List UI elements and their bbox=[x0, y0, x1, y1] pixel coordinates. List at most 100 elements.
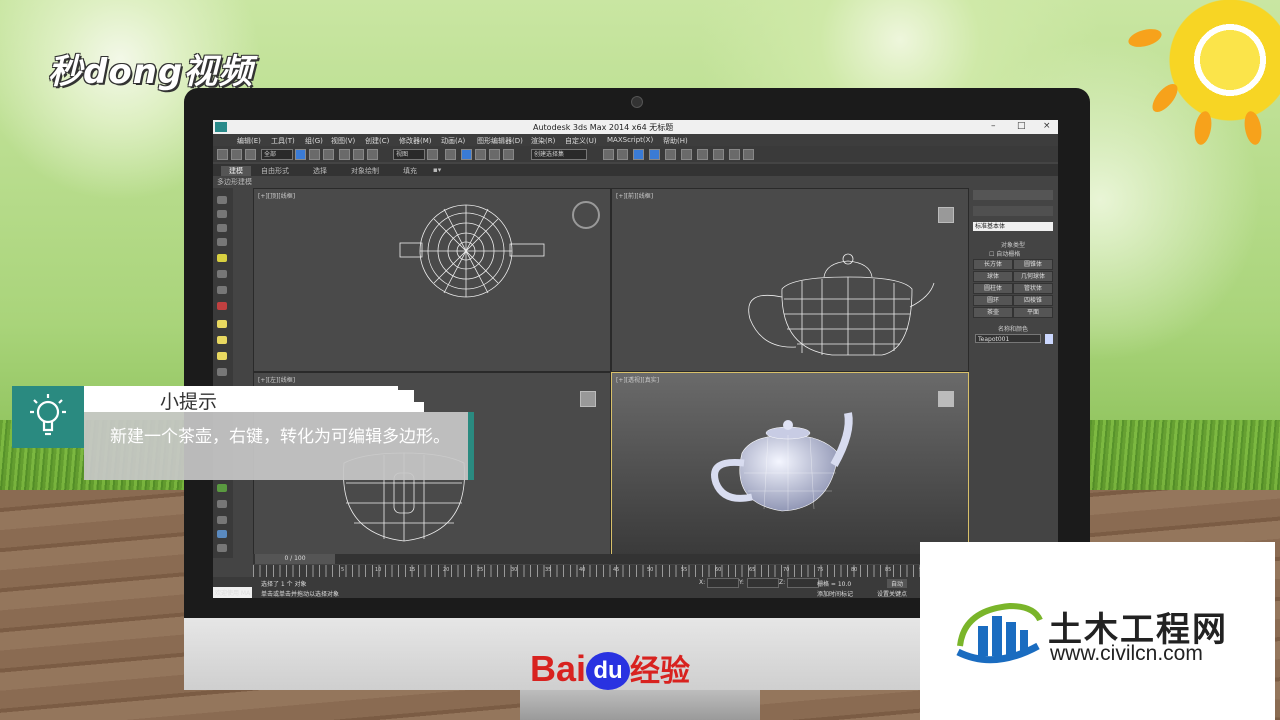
tool-icon[interactable] bbox=[217, 196, 227, 204]
menu-modifiers[interactable]: 修改器(M) bbox=[399, 136, 432, 146]
box-button[interactable]: 长方体 bbox=[973, 259, 1013, 270]
curve-editor-icon[interactable] bbox=[665, 149, 676, 160]
tool-icon[interactable] bbox=[217, 368, 227, 376]
menu-rendering[interactable]: 渲染(R) bbox=[531, 136, 555, 146]
tool-icon[interactable] bbox=[217, 500, 227, 508]
tool-icon[interactable] bbox=[217, 544, 227, 552]
track-bar[interactable]: 5 10 15 20 25 30 35 40 45 50 55 60 65 70… bbox=[253, 565, 969, 577]
rect-region-icon[interactable] bbox=[323, 149, 334, 160]
menu-tools[interactable]: 工具(T) bbox=[271, 136, 295, 146]
reference-coord-select[interactable]: 视图 bbox=[393, 149, 425, 160]
layer-manager-icon[interactable] bbox=[649, 149, 660, 160]
schematic-view-icon[interactable] bbox=[681, 149, 692, 160]
tab-modeling[interactable]: 建模 bbox=[221, 166, 251, 176]
snap-icon[interactable] bbox=[475, 149, 486, 160]
tool-icon[interactable] bbox=[217, 224, 227, 232]
cone-button[interactable]: 圆锥体 bbox=[1013, 259, 1053, 270]
add-time-tag[interactable]: 添加时间标记 bbox=[817, 589, 853, 598]
viewport-perspective[interactable]: [+][透视][真实] bbox=[611, 372, 969, 556]
y-coord-input[interactable] bbox=[747, 578, 779, 588]
link-icon[interactable] bbox=[245, 149, 256, 160]
time-slider-track[interactable]: 0 / 100 bbox=[253, 554, 969, 564]
light-tool-icon[interactable] bbox=[217, 254, 227, 262]
menu-create[interactable]: 创建(C) bbox=[365, 136, 389, 146]
auto-key-button[interactable]: 自动 bbox=[887, 579, 908, 588]
x-coord-input[interactable] bbox=[707, 578, 739, 588]
redo-icon[interactable] bbox=[231, 149, 242, 160]
tool-icon[interactable] bbox=[217, 238, 227, 246]
close-icon[interactable]: × bbox=[1043, 121, 1051, 131]
menu-maxscript[interactable]: MAXScript(X) bbox=[607, 136, 653, 144]
tool-icon[interactable] bbox=[217, 516, 227, 524]
minimize-icon[interactable]: – bbox=[991, 121, 996, 131]
scene-explorer-icon[interactable] bbox=[633, 149, 644, 160]
select-object-icon[interactable] bbox=[295, 149, 306, 160]
viewcube-icon[interactable] bbox=[938, 207, 954, 223]
viewcube-icon[interactable] bbox=[572, 201, 600, 229]
render-icon[interactable] bbox=[743, 149, 754, 160]
tab-selection[interactable]: 选择 bbox=[313, 166, 327, 176]
menu-group[interactable]: 组(G) bbox=[305, 136, 323, 146]
align-icon[interactable] bbox=[617, 149, 628, 160]
name-color-header[interactable]: 名称和颜色 bbox=[973, 324, 1053, 333]
cylinder-button[interactable]: 圆柱体 bbox=[973, 283, 1013, 294]
sphere-button[interactable]: 球体 bbox=[973, 271, 1013, 282]
create-category-icons[interactable] bbox=[973, 206, 1053, 216]
viewcube-icon[interactable] bbox=[938, 391, 954, 407]
torus-button[interactable]: 圆环 bbox=[973, 295, 1013, 306]
time-slider[interactable]: 0 / 100 bbox=[255, 554, 335, 564]
object-type-header[interactable]: 对象类型 bbox=[973, 240, 1053, 249]
tab-freeform[interactable]: 自由形式 bbox=[261, 166, 289, 176]
ribbon-options-icon[interactable]: ▪▾ bbox=[433, 166, 441, 174]
pivot-icon[interactable] bbox=[427, 149, 438, 160]
render-frame-icon[interactable] bbox=[729, 149, 740, 160]
maxscript-listener[interactable]: 欢迎使用 MA bbox=[213, 587, 253, 598]
mirror-icon[interactable] bbox=[603, 149, 614, 160]
primitive-category-select[interactable]: 标准基本体 bbox=[973, 222, 1053, 231]
render-setup-icon[interactable] bbox=[713, 149, 724, 160]
tool-icon[interactable] bbox=[217, 210, 227, 218]
tool-icon[interactable] bbox=[217, 302, 227, 310]
rotate-icon[interactable] bbox=[353, 149, 364, 160]
select-manipulate-icon[interactable] bbox=[445, 149, 456, 160]
tool-icon[interactable] bbox=[217, 286, 227, 294]
menu-animation[interactable]: 动画(A) bbox=[441, 136, 465, 146]
panel-tabs[interactable] bbox=[973, 190, 1053, 200]
maximize-icon[interactable]: □ bbox=[1017, 121, 1026, 131]
percent-snap-icon[interactable] bbox=[503, 149, 514, 160]
tool-icon[interactable] bbox=[217, 336, 227, 344]
angle-snap-icon[interactable] bbox=[489, 149, 500, 160]
polygon-modeling-label[interactable]: 多边形建模 bbox=[217, 177, 252, 187]
tool-icon[interactable] bbox=[217, 320, 227, 328]
menu-view[interactable]: 视图(V) bbox=[331, 136, 355, 146]
autogrid-checkbox[interactable]: ☐ 自动栅格 bbox=[989, 249, 1020, 258]
menu-customize[interactable]: 自定义(U) bbox=[565, 136, 597, 146]
tube-button[interactable]: 管状体 bbox=[1013, 283, 1053, 294]
move-icon[interactable] bbox=[339, 149, 350, 160]
z-coord-input[interactable] bbox=[787, 578, 819, 588]
viewport-front[interactable]: [+][前][线框] bbox=[611, 188, 969, 372]
plane-button[interactable]: 平面 bbox=[1013, 307, 1053, 318]
scale-icon[interactable] bbox=[367, 149, 378, 160]
undo-icon[interactable] bbox=[217, 149, 228, 160]
tab-object-paint[interactable]: 对象绘制 bbox=[351, 166, 379, 176]
menu-edit[interactable]: 编辑(E) bbox=[237, 136, 261, 146]
object-color-swatch[interactable] bbox=[1045, 334, 1053, 344]
material-editor-icon[interactable] bbox=[697, 149, 708, 160]
tool-icon[interactable] bbox=[217, 530, 227, 538]
app-icon[interactable] bbox=[215, 122, 227, 132]
tab-populate[interactable]: 填充 bbox=[403, 166, 417, 176]
set-key-button[interactable]: 设置关键点 bbox=[877, 589, 907, 598]
pyramid-button[interactable]: 四棱锥 bbox=[1013, 295, 1053, 306]
tool-icon[interactable] bbox=[217, 484, 227, 492]
menu-help[interactable]: 帮助(H) bbox=[663, 136, 688, 146]
teapot-button[interactable]: 茶壶 bbox=[973, 307, 1013, 318]
named-selection-set[interactable]: 创建选择集 bbox=[531, 149, 587, 160]
tool-icon[interactable] bbox=[217, 352, 227, 360]
select-by-name-icon[interactable] bbox=[309, 149, 320, 160]
selection-filter-select[interactable]: 全部 bbox=[261, 149, 293, 160]
keyboard-shortcut-icon[interactable] bbox=[461, 149, 472, 160]
viewport-top[interactable]: [+][顶][线框] bbox=[253, 188, 611, 372]
geosphere-button[interactable]: 几何球体 bbox=[1013, 271, 1053, 282]
object-name-input[interactable]: Teapot001 bbox=[975, 334, 1041, 343]
